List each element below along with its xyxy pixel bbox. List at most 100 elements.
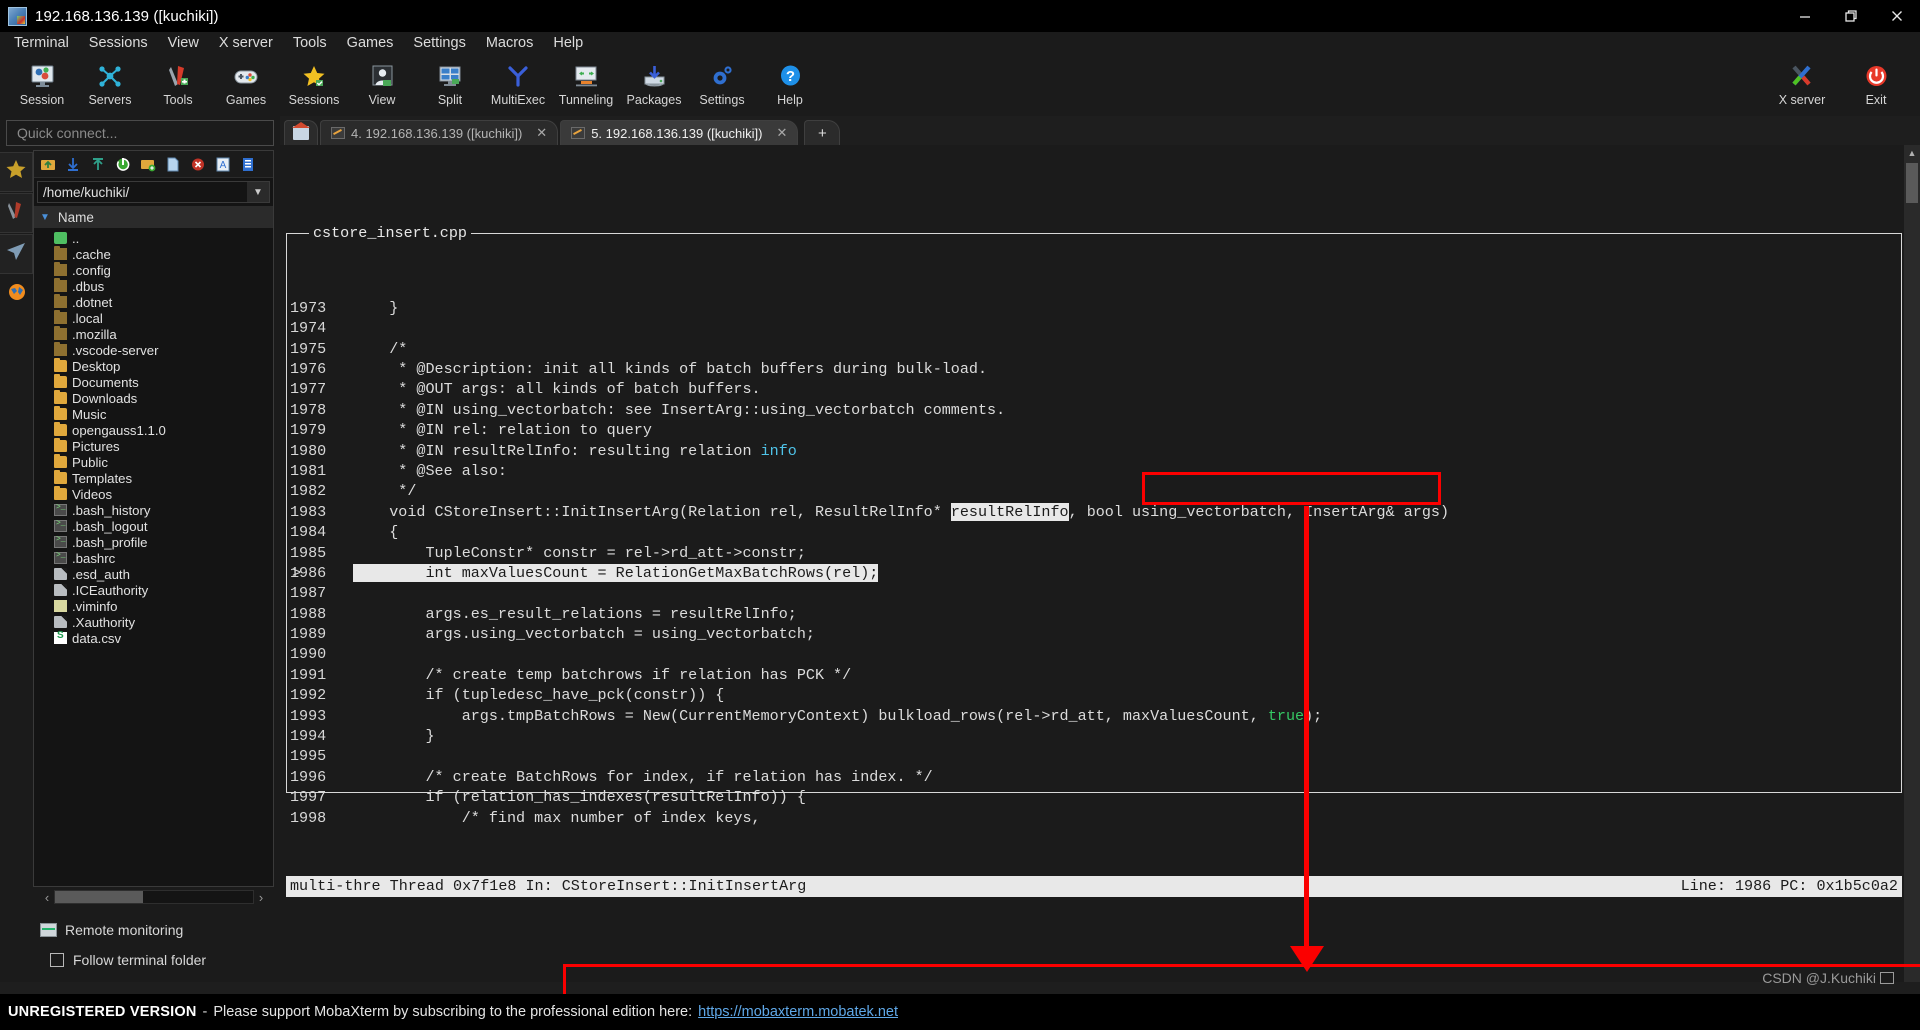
list-item[interactable]: .viminfo xyxy=(34,598,273,614)
list-item[interactable]: .. xyxy=(34,230,273,246)
list-item[interactable]: opengauss1.1.0 xyxy=(34,422,273,438)
list-item[interactable]: .bash_logout xyxy=(34,518,273,534)
toolbar-packages-button[interactable]: Packages xyxy=(620,58,688,107)
list-item[interactable]: Pictures xyxy=(34,438,273,454)
list-item[interactable]: .cache xyxy=(34,246,273,262)
toolbar-games-button[interactable]: Games xyxy=(212,58,280,107)
toolbar-session-button[interactable]: Session xyxy=(8,58,76,107)
remote-monitoring-button[interactable]: Remote monitoring xyxy=(40,922,183,938)
list-item[interactable]: .bashrc xyxy=(34,550,273,566)
toolbar-help-button[interactable]: ? Help xyxy=(756,58,824,107)
gdb-command-area[interactable]: rd_replidindex = 0, rd_options = 0x7f1e8… xyxy=(283,980,1920,982)
list-item[interactable]: Templates xyxy=(34,470,273,486)
toolbar-servers-button[interactable]: Servers xyxy=(76,58,144,107)
download-icon[interactable] xyxy=(62,154,84,174)
list-item[interactable]: Public xyxy=(34,454,273,470)
toolbar-tools-button[interactable]: Tools xyxy=(144,58,212,107)
new-folder-icon[interactable] xyxy=(137,154,159,174)
scrollbar-thumb[interactable] xyxy=(1906,163,1918,203)
sidebar-tab-tools[interactable] xyxy=(0,193,33,233)
watermark: CSDN @J.Kuchiki xyxy=(1762,970,1894,986)
list-item[interactable]: data.csv xyxy=(34,630,273,646)
close-icon[interactable]: ✕ xyxy=(776,125,787,141)
up-folder-icon[interactable] xyxy=(37,154,59,174)
delete-icon[interactable] xyxy=(187,154,209,174)
toolbar-exit-button[interactable]: Exit xyxy=(1842,58,1910,107)
terminal-scrollbar[interactable]: ▲ xyxy=(1904,145,1920,982)
menu-help[interactable]: Help xyxy=(543,32,593,55)
terminal-output[interactable]: cstore_insert.cpp 1973 } 1974 1975 /* 1976 … xyxy=(280,145,1920,982)
scroll-right-icon[interactable]: › xyxy=(254,890,268,905)
menu-games[interactable]: Games xyxy=(337,32,404,55)
toolbar-split-button[interactable]: Split xyxy=(416,58,484,107)
list-item[interactable]: .ICEauthority xyxy=(34,582,273,598)
list-item[interactable]: .dbus xyxy=(34,278,273,294)
list-item[interactable]: .local xyxy=(34,310,273,326)
toolbar-sessions-label: Sessions xyxy=(288,93,340,107)
list-item[interactable]: Videos xyxy=(34,486,273,502)
toolbar-multiexec-button[interactable]: MultiExec xyxy=(484,58,552,107)
maximize-icon[interactable] xyxy=(1828,0,1874,32)
checkbox-icon[interactable] xyxy=(50,953,64,967)
list-item[interactable]: .bash_profile xyxy=(34,534,273,550)
scrollbar-thumb[interactable] xyxy=(55,891,143,903)
horizontal-scrollbar[interactable]: ‹ › xyxy=(40,888,268,906)
code-text: * @IN resultRelInfo: resulting relation … xyxy=(353,441,797,460)
menu-sessions[interactable]: Sessions xyxy=(79,32,158,55)
list-item[interactable]: .Xauthority xyxy=(34,614,273,630)
column-header-row[interactable]: ▼ Name xyxy=(34,206,273,228)
list-item[interactable]: .esd_auth xyxy=(34,566,273,582)
scroll-left-icon[interactable]: ‹ xyxy=(40,890,54,905)
sidebar-tab-favorites[interactable] xyxy=(0,152,33,192)
list-item[interactable]: Documents xyxy=(34,374,273,390)
tab-session-4[interactable]: 4. 192.168.136.139 ([kuchiki]) ✕ xyxy=(320,120,559,145)
source-code-lines[interactable]: 1973 } 1974 1975 /* 1976 * @Description: in… xyxy=(287,298,1901,828)
toolbar-tunneling-button[interactable]: Tunneling xyxy=(552,58,620,107)
follow-terminal-folder-checkbox[interactable]: Follow terminal folder xyxy=(50,952,206,968)
minimize-icon[interactable] xyxy=(1782,0,1828,32)
menu-x-server[interactable]: X server xyxy=(209,32,283,55)
quick-connect-input[interactable]: Quick connect... xyxy=(6,120,274,146)
list-item[interactable]: .vscode-server xyxy=(34,342,273,358)
list-item[interactable]: .bash_history xyxy=(34,502,273,518)
list-item[interactable]: .config xyxy=(34,262,273,278)
tab-session-5[interactable]: 5. 192.168.136.139 ([kuchiki]) ✕ xyxy=(560,120,799,145)
menu-terminal[interactable]: Terminal xyxy=(4,32,79,55)
file-list[interactable]: .. .cache .config .dbus .dotnet .local .… xyxy=(34,228,273,886)
toolbar-view-button[interactable]: View xyxy=(348,58,416,107)
menu-tools[interactable]: Tools xyxy=(283,32,337,55)
tab-home[interactable] xyxy=(284,120,318,145)
list-item[interactable]: .dotnet xyxy=(34,294,273,310)
file-icon xyxy=(54,568,67,580)
code-text: TupleConstr* constr = rel->rd_att->const… xyxy=(353,543,806,562)
list-item[interactable]: Downloads xyxy=(34,390,273,406)
chevron-down-icon[interactable]: ▼ xyxy=(247,182,269,202)
list-item[interactable]: Music xyxy=(34,406,273,422)
toolbar-settings-button[interactable]: Settings xyxy=(688,58,756,107)
upload-icon[interactable] xyxy=(87,154,109,174)
scrollbar-track[interactable] xyxy=(54,890,254,904)
menu-view[interactable]: View xyxy=(158,32,209,55)
menu-settings[interactable]: Settings xyxy=(403,32,475,55)
close-icon[interactable]: ✕ xyxy=(536,125,547,141)
toolbar-xserver-button[interactable]: X server xyxy=(1768,58,1836,107)
mobaxterm-link[interactable]: https://mobaxterm.mobatek.net xyxy=(698,1004,898,1020)
refresh-icon[interactable] xyxy=(112,154,134,174)
code-text: } xyxy=(353,298,399,317)
new-file-icon[interactable] xyxy=(162,154,184,174)
path-bar[interactable]: /home/kuchiki/ ▼ xyxy=(37,181,270,203)
text-mode-icon[interactable]: A xyxy=(212,154,234,174)
list-item[interactable]: .mozilla xyxy=(34,326,273,342)
detail-icon[interactable] xyxy=(237,154,259,174)
list-item[interactable]: Desktop xyxy=(34,358,273,374)
new-tab-button[interactable]: + xyxy=(804,120,841,145)
sidebar-tab-globe[interactable] xyxy=(0,275,33,315)
close-icon[interactable] xyxy=(1874,0,1920,32)
toolbar-sessions-button[interactable]: Sessions xyxy=(280,58,348,107)
menu-macros[interactable]: Macros xyxy=(476,32,544,55)
scroll-up-icon[interactable]: ▲ xyxy=(1904,145,1920,161)
code-text: if (relation_has_indexes(resultRelInfo))… xyxy=(353,788,806,807)
monitor-icon xyxy=(40,923,57,937)
column-header-name: Name xyxy=(57,209,94,225)
sidebar-tab-send[interactable] xyxy=(0,234,33,274)
